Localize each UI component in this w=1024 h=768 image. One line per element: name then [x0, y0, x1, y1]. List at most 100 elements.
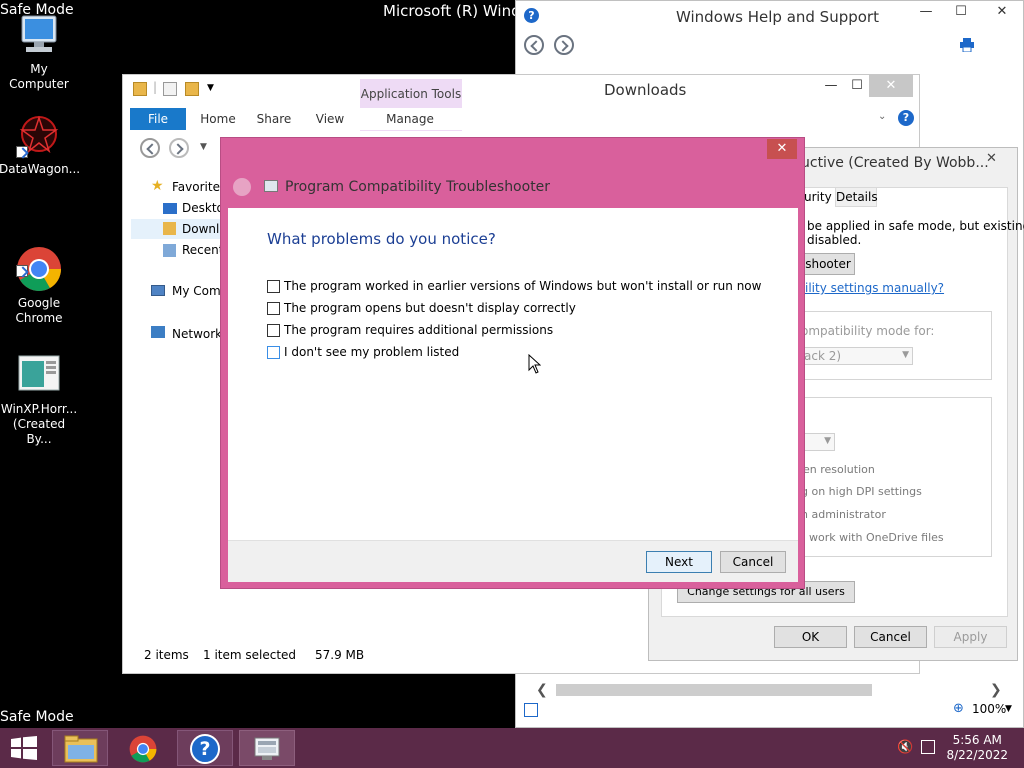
clock[interactable]: 5:56 AM 8/22/2022 — [946, 733, 1008, 763]
scroll-right-icon[interactable]: ❯ — [990, 682, 1002, 698]
chrome-icon — [16, 231, 62, 291]
back-arrow-icon[interactable] — [233, 178, 251, 196]
ok-button[interactable]: OK — [774, 626, 847, 648]
network-status-icon[interactable] — [921, 740, 935, 754]
option-earlier-versions[interactable]: The program worked in earlier versions o… — [267, 278, 761, 294]
checkbox[interactable] — [267, 323, 280, 337]
checkbox[interactable] — [267, 345, 280, 359]
dialog-footer: Next Cancel — [228, 540, 798, 582]
chevron-down-icon[interactable]: ▼ — [1005, 704, 1012, 714]
compat-mode-select[interactable]: ack 2) ▼ — [801, 347, 913, 365]
tab-file[interactable]: File — [130, 108, 186, 130]
desktop-window-title: Microsoft (R) Windo — [383, 2, 530, 20]
help-titlebar[interactable]: ? Windows Help and Support — ☐ ✕ — [516, 1, 1023, 31]
color-mode-select[interactable]: ▼ — [801, 433, 835, 451]
help-window-title: Windows Help and Support — [676, 8, 879, 26]
datawagon-icon — [16, 112, 62, 158]
option-administrator[interactable]: n administrator — [801, 508, 886, 521]
desktop-icon-label: DataWagon... — [0, 162, 81, 176]
nav-network[interactable]: Network — [172, 327, 222, 341]
taskbar: ? 🔇 5:56 AM 8/22/2022 — [0, 728, 1024, 768]
option-label: The program requires additional permissi… — [284, 323, 554, 337]
explorer-titlebar[interactable]: | ▼ Application Tools Downloads — ☐ ✕ — [123, 75, 919, 131]
option-onedrive[interactable]: work with OneDrive files — [809, 531, 944, 544]
option-resolution[interactable]: en resolution — [803, 463, 875, 476]
option-dpi[interactable]: g on high DPI settings — [801, 485, 922, 498]
zoom-icon[interactable]: ⊕ — [953, 701, 964, 716]
zoom-level[interactable]: 100% — [972, 702, 1006, 716]
scroll-thumb[interactable] — [556, 684, 872, 696]
recent-locations-icon[interactable]: ▼ — [200, 142, 207, 152]
close-button[interactable]: ✕ — [869, 75, 913, 97]
properties-title: uctive (Created By Wobb... — [801, 155, 989, 171]
taskbar-troubleshooter[interactable] — [239, 730, 295, 766]
forward-arrow-icon[interactable] — [554, 35, 574, 55]
windows-logo-icon — [11, 736, 37, 760]
help-icon[interactable]: ? — [898, 110, 914, 126]
computer-icon — [16, 12, 62, 58]
nav-recent[interactable]: Recent — [182, 243, 223, 257]
option-additional-permissions[interactable]: The program requires additional permissi… — [267, 322, 553, 338]
tab-manage[interactable]: Manage — [380, 108, 440, 130]
safe-mode-info-line2: disabled. — [807, 233, 862, 247]
apply-button[interactable]: Apply — [934, 626, 1007, 648]
desktop-icon-winxp-document[interactable]: WinXP.Horr... (Created By... — [0, 322, 79, 462]
folder-icon — [133, 82, 147, 96]
back-arrow-icon[interactable] — [524, 35, 544, 55]
desktop-icon-my-computer[interactable]: My Computer — [0, 12, 79, 92]
star-icon: ★ — [151, 178, 164, 194]
taskbar-help[interactable]: ? — [177, 730, 233, 766]
ribbon-expand-icon[interactable]: ⌄ — [878, 111, 886, 122]
option-not-listed[interactable]: I don't see my problem listed — [267, 344, 459, 360]
volume-muted-icon[interactable]: 🔇 — [897, 740, 913, 755]
safe-mode-label-bottom: Safe Mode — [0, 709, 74, 725]
maximize-button[interactable]: ☐ — [946, 1, 976, 23]
close-button[interactable]: ✕ — [986, 151, 997, 166]
checkbox[interactable] — [267, 301, 280, 315]
status-size: 57.9 MB — [315, 648, 365, 662]
new-folder-icon[interactable] — [185, 82, 199, 96]
printer-icon[interactable] — [959, 38, 975, 53]
maximize-button[interactable]: ☐ — [842, 75, 872, 97]
close-button[interactable]: ✕ — [767, 139, 797, 159]
properties-icon[interactable] — [163, 82, 177, 96]
clock-date: 8/22/2022 — [946, 748, 1008, 762]
taskbar-file-explorer[interactable] — [52, 730, 108, 766]
desktop-icon-datawagon[interactable]: DataWagon... — [0, 112, 81, 177]
shortcut-arrow-icon — [16, 146, 28, 158]
page-icon[interactable] — [524, 703, 538, 717]
cancel-button[interactable]: Cancel — [854, 626, 927, 648]
taskbar-chrome[interactable] — [115, 730, 171, 766]
horizontal-scrollbar[interactable]: ❮ ❯ — [520, 682, 1020, 698]
chevron-down-icon: ▼ — [824, 436, 831, 446]
scroll-left-icon[interactable]: ❮ — [536, 682, 548, 698]
run-troubleshooter-button[interactable]: shooter — [801, 253, 855, 275]
tab-view[interactable]: View — [310, 108, 350, 130]
tab-home[interactable]: Home — [198, 108, 238, 130]
dialog-title: Program Compatibility Troubleshooter — [285, 179, 551, 195]
help-icon: ? — [190, 734, 220, 764]
back-arrow-icon[interactable] — [140, 138, 160, 158]
help-icon: ? — [524, 8, 539, 23]
status-item-count: 2 items — [144, 648, 189, 662]
start-button[interactable] — [10, 736, 38, 760]
nav-favorites[interactable]: Favorites — [172, 180, 226, 194]
option-label: The program opens but doesn't display co… — [284, 301, 576, 315]
application-tools-label: Application Tools — [360, 87, 462, 101]
compat-mode-label: ompatibility mode for: — [801, 324, 935, 338]
cancel-button[interactable]: Cancel — [720, 551, 786, 573]
next-button[interactable]: Next — [646, 551, 712, 573]
ribbon-tabs: File Home Share View Manage ⌄ ? — [130, 108, 915, 130]
checkbox[interactable] — [267, 279, 280, 293]
manual-settings-link[interactable]: ility settings manually? — [805, 281, 944, 295]
forward-arrow-icon[interactable] — [169, 138, 189, 158]
qat-dropdown-icon[interactable]: ▼ — [207, 83, 214, 93]
option-display-incorrect[interactable]: The program opens but doesn't display co… — [267, 300, 576, 316]
tab-security[interactable]: urity — [804, 188, 834, 208]
minimize-button[interactable]: — — [911, 1, 941, 23]
close-button[interactable]: ✕ — [980, 1, 1024, 23]
recent-places-icon — [163, 244, 176, 257]
troubleshooter-dialog[interactable]: ✕ Program Compatibility Troubleshooter W… — [220, 137, 805, 589]
tab-share[interactable]: Share — [254, 108, 294, 130]
tab-details[interactable]: Details — [835, 187, 878, 207]
